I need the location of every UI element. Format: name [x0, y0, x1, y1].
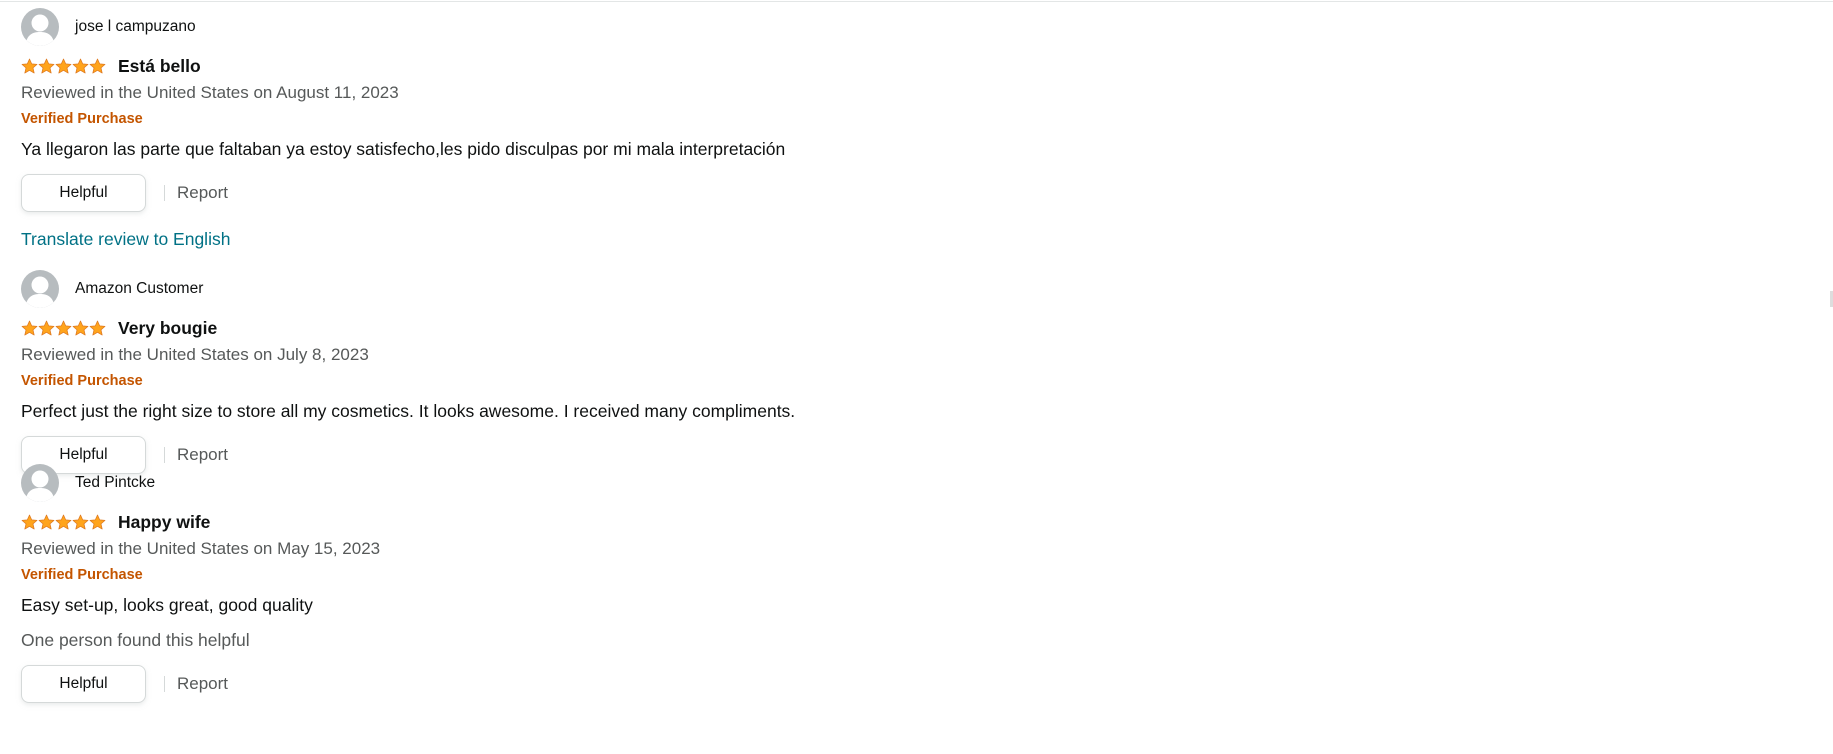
- default-profile-avatar-icon: [21, 8, 59, 46]
- review-title[interactable]: Very bougie: [118, 318, 217, 339]
- star-icon: [89, 320, 106, 335]
- star-icon: [55, 320, 72, 335]
- report-link[interactable]: Report: [177, 183, 228, 203]
- review-body: Perfect just the right size to store all…: [21, 401, 796, 421]
- star-icon: [55, 58, 72, 73]
- top-divider: [0, 1, 1833, 2]
- default-profile-avatar-icon: [21, 270, 59, 308]
- review-date: Reviewed in the United States on May 15,…: [21, 539, 381, 558]
- helpful-button[interactable]: Helpful: [21, 665, 146, 703]
- default-profile-avatar-icon: [21, 464, 59, 502]
- translate-review-link[interactable]: Translate review to English: [21, 228, 1781, 250]
- star-icon: [55, 514, 72, 529]
- star-icon: [21, 58, 38, 73]
- reviewer-name[interactable]: Amazon Customer: [75, 280, 203, 298]
- star-icon: [72, 514, 89, 529]
- reviewer-name[interactable]: Ted Pintcke: [75, 474, 155, 492]
- review-profile[interactable]: Ted Pintcke: [21, 464, 1781, 502]
- divider: [164, 185, 165, 201]
- star-rating[interactable]: [21, 514, 106, 531]
- star-icon: [21, 514, 38, 529]
- report-link[interactable]: Report: [177, 445, 228, 465]
- verified-purchase-badge[interactable]: Verified Purchase: [21, 372, 1781, 390]
- star-rating[interactable]: [21, 320, 106, 337]
- verified-purchase-badge[interactable]: Verified Purchase: [21, 566, 1781, 584]
- star-rating[interactable]: [21, 58, 106, 75]
- review-list: jose l campuzano Está bello Reviewed in …: [21, 8, 1781, 703]
- review-item: jose l campuzano Está bello Reviewed in …: [21, 8, 1781, 270]
- review-date: Reviewed in the United States on July 8,…: [21, 345, 369, 364]
- star-icon: [38, 320, 55, 335]
- report-link[interactable]: Report: [177, 674, 228, 694]
- review-profile[interactable]: Amazon Customer: [21, 270, 1781, 308]
- star-icon: [89, 58, 106, 73]
- star-icon: [38, 58, 55, 73]
- review-item: Ted Pintcke Happy wife Reviewed in the U…: [21, 464, 1781, 703]
- star-icon: [72, 320, 89, 335]
- star-icon: [21, 320, 38, 335]
- review-title[interactable]: Happy wife: [118, 512, 210, 533]
- divider: [164, 447, 165, 463]
- divider: [164, 676, 165, 692]
- review-date: Reviewed in the United States on August …: [21, 83, 399, 102]
- reviewer-name[interactable]: jose l campuzano: [75, 18, 196, 36]
- review-item: Amazon Customer Very bougie Reviewed in …: [21, 270, 1781, 474]
- verified-purchase-badge[interactable]: Verified Purchase: [21, 110, 1781, 128]
- helpful-count: One person found this helpful: [21, 630, 250, 650]
- star-icon: [89, 514, 106, 529]
- review-body: Ya llegaron las parte que faltaban ya es…: [21, 139, 786, 159]
- review-title[interactable]: Está bello: [118, 56, 201, 77]
- review-profile[interactable]: jose l campuzano: [21, 8, 1781, 46]
- helpful-button[interactable]: Helpful: [21, 174, 146, 212]
- star-icon: [72, 58, 89, 73]
- review-body: Easy set-up, looks great, good quality: [21, 595, 313, 615]
- star-icon: [38, 514, 55, 529]
